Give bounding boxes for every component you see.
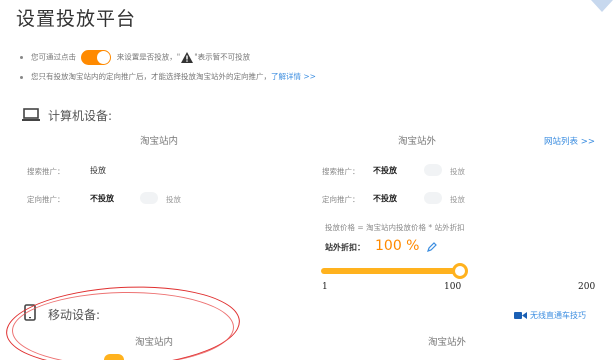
page-title: 设置投放平台 (16, 8, 137, 30)
site-list-link[interactable]: 网站列表 >> (544, 135, 595, 147)
inside-target-toggle[interactable] (140, 192, 158, 204)
outside-search-label: 搜索推广： (322, 167, 360, 176)
note-text: 您只有投放淘宝站内的定向推广后，才能选择投放淘宝站外的定向推广， (31, 72, 271, 81)
slider-min-label: 1 (322, 282, 328, 292)
note-line-toggle: 您可通过点击 来设置是否投放，" "表示暂不可投放 (20, 50, 250, 65)
inside-target-option[interactable]: 投放 (166, 194, 181, 205)
outside-search-toggle[interactable] (424, 164, 442, 176)
bullet-icon (20, 75, 23, 79)
wireless-tips-link[interactable]: 无线直通车技巧 (530, 310, 586, 321)
price-formula: 投放价格 = 淘宝站内投放价格 * 站外折扣 (325, 223, 465, 232)
inside-target-label: 定向推广： (27, 195, 65, 204)
learn-more-link[interactable]: 了解详情 >> (271, 72, 316, 81)
mobile-inside-toggle[interactable] (104, 354, 124, 360)
pc-col-inside: 淘宝站内 (140, 136, 179, 147)
note-text: 来设置是否投放，" (116, 52, 181, 62)
discount-slider-track[interactable] (321, 268, 461, 274)
discount-value: 100 % (375, 238, 420, 254)
slider-mid-label: 100 (444, 282, 462, 292)
pc-section-title: 计算机设备: (48, 109, 113, 123)
outside-target-toggle[interactable] (424, 192, 442, 204)
corner-flag-icon (591, 0, 613, 12)
inside-search-label: 搜索推广： (27, 167, 65, 176)
outside-search-option[interactable]: 投放 (450, 166, 465, 177)
mobile-col-outside: 淘宝站外 (428, 337, 467, 348)
outside-search-value[interactable]: 不投放 (373, 165, 397, 176)
bullet-icon (20, 56, 23, 59)
outside-target-option[interactable]: 投放 (450, 194, 465, 205)
slider-max-label: 200 (578, 282, 596, 292)
note-text: 您可通过点击 (31, 52, 76, 62)
note-text: "表示暂不可投放 (194, 52, 251, 62)
outside-target-value[interactable]: 不投放 (373, 193, 397, 204)
inside-search-value[interactable]: 投放 (90, 165, 106, 176)
computer-icon (22, 108, 40, 121)
pc-col-outside: 淘宝站外 (398, 136, 437, 147)
note-line-outside: 您只有投放淘宝站内的定向推广后，才能选择投放淘宝站外的定向推广，了解详情 >> (20, 71, 316, 82)
inside-target-value[interactable]: 不投放 (90, 193, 114, 204)
video-camera-icon (514, 312, 527, 319)
outside-target-label: 定向推广： (322, 195, 360, 204)
discount-slider-thumb[interactable] (452, 263, 468, 279)
warning-icon (181, 52, 194, 63)
toggle-example-icon (81, 50, 112, 65)
discount-label: 站外折扣： (325, 243, 365, 252)
edit-pencil-icon[interactable] (427, 242, 437, 252)
